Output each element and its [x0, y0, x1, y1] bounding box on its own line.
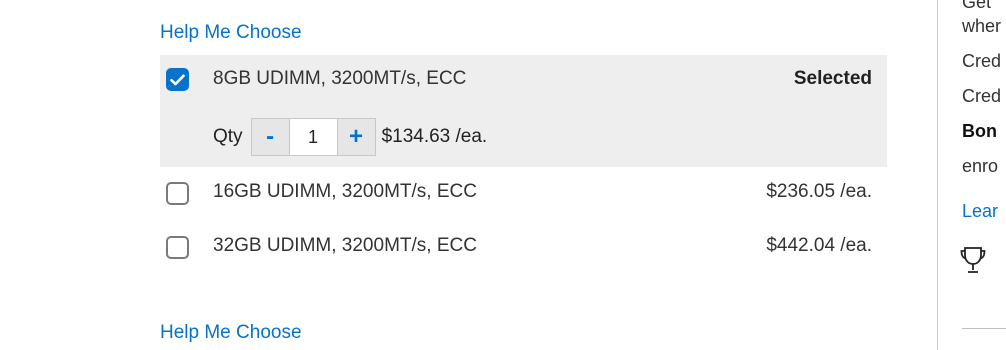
side-panel-text: Cred — [962, 86, 1002, 106]
qty-increment-button[interactable]: + — [337, 119, 375, 155]
side-panel-divider — [937, 0, 938, 350]
quantity-stepper: - 1 + — [250, 118, 376, 156]
side-panel-text: Get — [962, 0, 992, 12]
checkbox-unchecked[interactable] — [166, 236, 189, 259]
checkbox-checked[interactable] — [166, 68, 189, 91]
unit-price: $134.63 /ea. — [381, 126, 488, 147]
option-label: 32GB UDIMM, 3200MT/s, ECC — [213, 235, 477, 256]
quantity-row: Qty - 1 + $134.63 /ea. — [213, 118, 487, 156]
memory-option-16gb[interactable]: 16GB UDIMM, 3200MT/s, ECC $236.05 /ea. — [160, 167, 887, 221]
checkbox-unchecked[interactable] — [166, 182, 189, 205]
option-label: 16GB UDIMM, 3200MT/s, ECC — [213, 181, 477, 202]
option-label: 8GB UDIMM, 3200MT/s, ECC — [213, 68, 467, 89]
qty-value-field[interactable]: 1 — [288, 119, 338, 155]
memory-option-list: 8GB UDIMM, 3200MT/s, ECC Selected Qty - … — [160, 55, 887, 275]
side-panel-bold-text: Bon — [962, 121, 997, 141]
trophy-icon — [960, 245, 986, 280]
memory-option-8gb[interactable]: 8GB UDIMM, 3200MT/s, ECC Selected Qty - … — [160, 55, 887, 167]
side-panel-text: wher — [962, 16, 1002, 36]
selected-badge: Selected — [793, 68, 872, 89]
help-me-choose-link[interactable]: Help Me Choose — [160, 322, 302, 344]
side-panel-text: enro — [962, 156, 999, 176]
side-panel-text: Cred — [962, 51, 1002, 71]
learn-more-link[interactable]: Lear — [962, 201, 998, 222]
side-panel-separator — [962, 328, 1006, 329]
checkmark-icon — [170, 74, 185, 85]
memory-config-page: Help Me Choose 8GB UDIMM, 3200MT/s, ECC … — [0, 0, 1006, 350]
help-me-choose-link[interactable]: Help Me Choose — [160, 22, 302, 44]
memory-option-32gb[interactable]: 32GB UDIMM, 3200MT/s, ECC $442.04 /ea. — [160, 221, 887, 275]
qty-label: Qty — [213, 126, 243, 147]
option-price: $442.04 /ea. — [766, 235, 872, 256]
option-price: $236.05 /ea. — [766, 181, 872, 202]
qty-decrement-button[interactable]: - — [251, 119, 289, 155]
